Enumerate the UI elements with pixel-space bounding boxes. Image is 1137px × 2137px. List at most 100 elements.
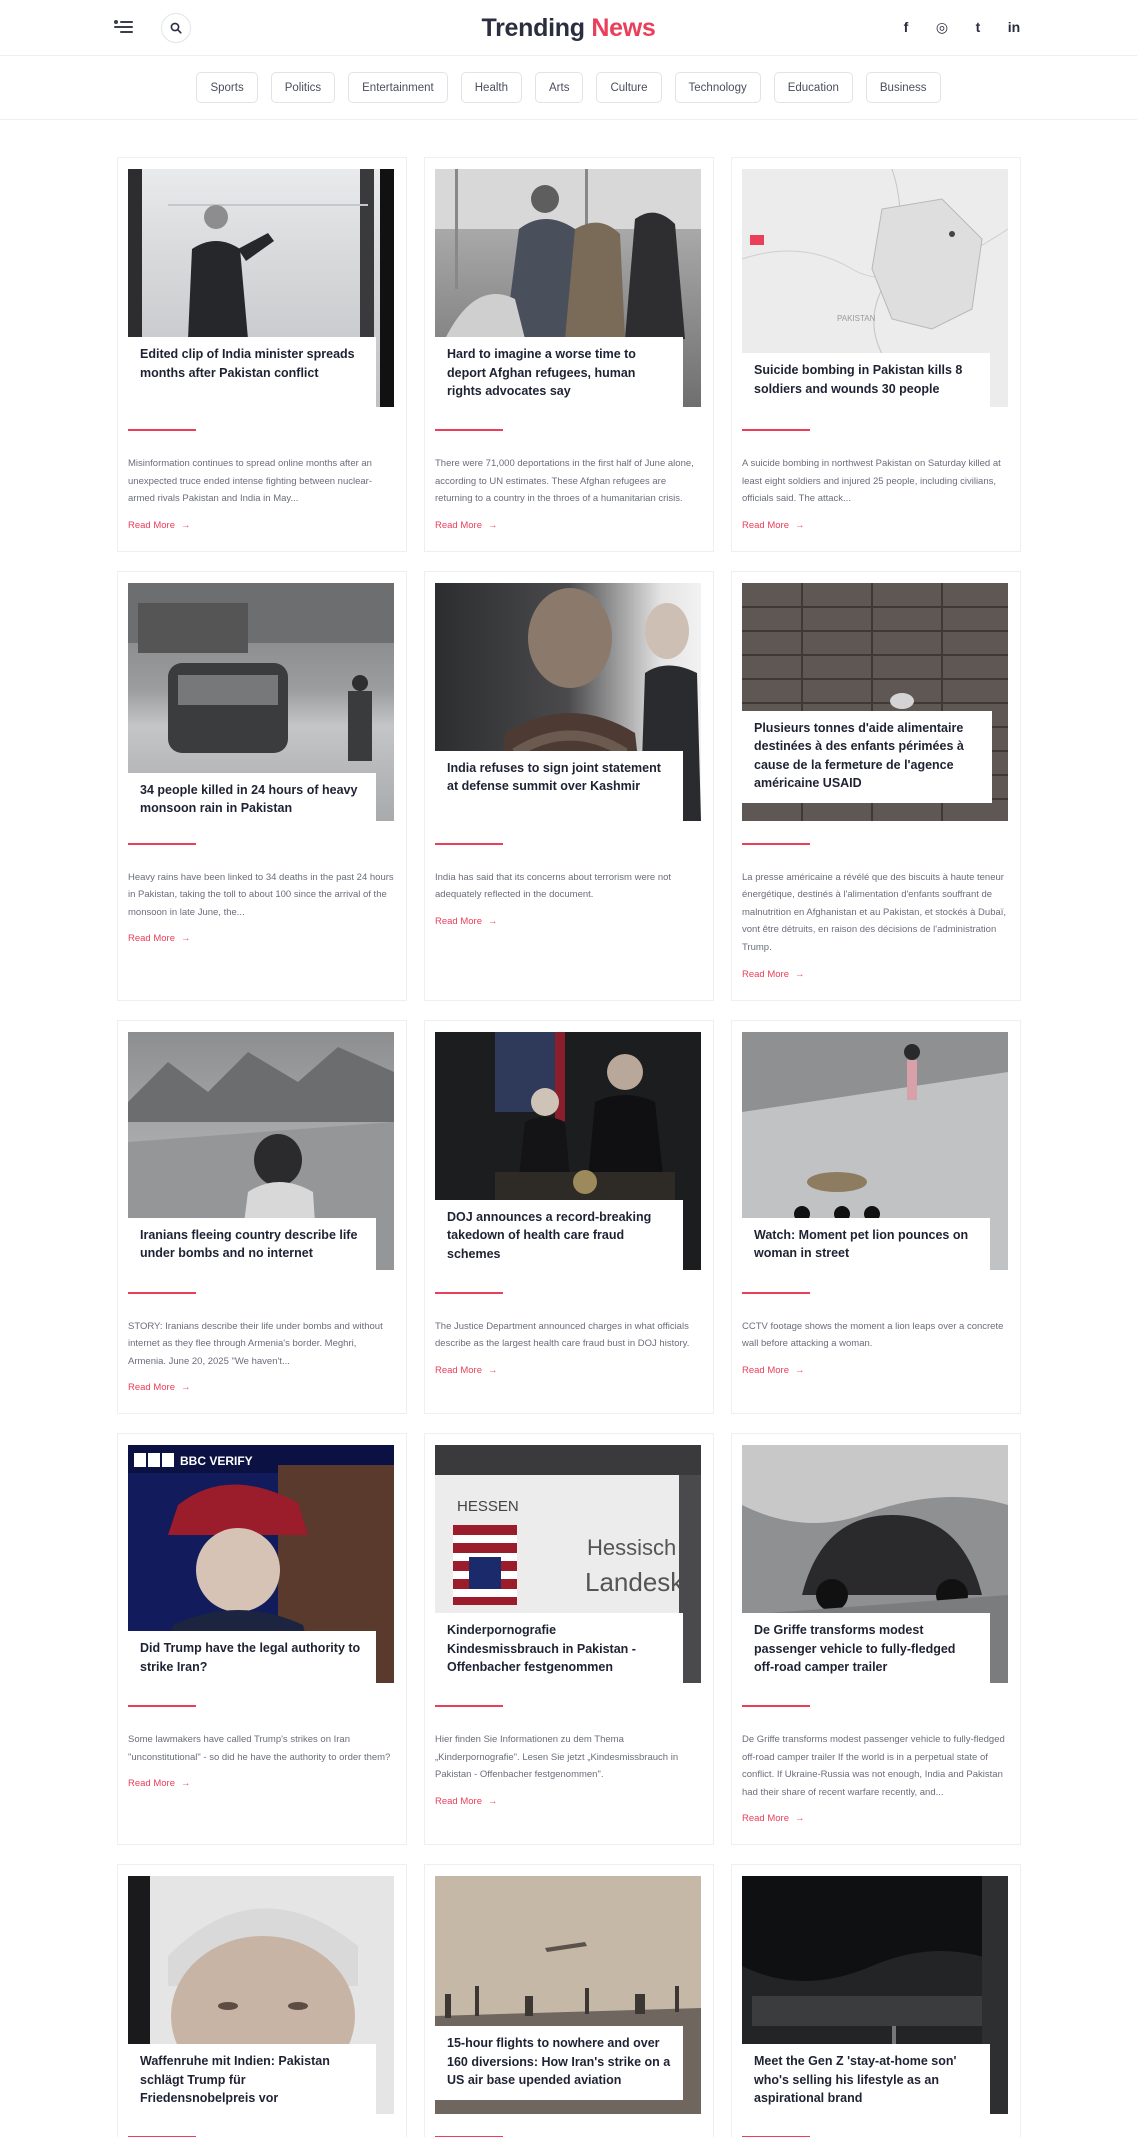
article-card[interactable]: Plusieurs tonnes d'aide alimentaire dest… [731, 570, 1021, 1001]
read-more-label: Read More [742, 519, 789, 531]
article-image-block: BBC VERIFY Did Trump have the legal auth… [128, 1445, 396, 1702]
category-nav: Sports Politics Entertainment Health Art… [0, 56, 1137, 120]
category-arts[interactable]: Arts [535, 72, 584, 103]
article-title[interactable]: DOJ announces a record-breaking takedown… [435, 1199, 683, 1273]
arrow-right-icon: → [488, 519, 498, 531]
article-card[interactable]: Meet the Gen Z 'stay-at-home son' who's … [731, 1864, 1021, 2137]
title-accent-line [128, 429, 196, 431]
article-image-block: Edited clip of India minister spreads mo… [128, 169, 396, 407]
category-sports[interactable]: Sports [196, 72, 258, 103]
title-accent-line [435, 842, 503, 845]
article-title[interactable]: Iranians fleeing country describe life u… [128, 1217, 376, 1288]
article-excerpt: Heavy rains have been linked to 34 death… [128, 871, 394, 918]
arrow-right-icon: → [181, 933, 191, 945]
read-more-label: Read More [435, 519, 482, 531]
article-title[interactable]: Hard to imagine a worse time to deport A… [435, 337, 683, 411]
category-business[interactable]: Business [865, 72, 941, 103]
article-excerpt: A suicide bombing in northwest Pakistan … [742, 458, 1001, 505]
article-card[interactable]: 34 people killed in 24 hours of heavy mo… [117, 570, 407, 1001]
article-title[interactable]: Plusieurs tonnes d'aide alimentaire dest… [742, 710, 992, 803]
title-accent-line [435, 1705, 503, 1708]
read-more-link[interactable]: Read More → [435, 1365, 498, 1376]
title-accent-line [128, 1705, 196, 1708]
article-card[interactable]: Iranians fleeing country describe life u… [117, 1019, 407, 1415]
read-more-label: Read More [742, 1364, 789, 1376]
article-title[interactable]: Edited clip of India minister spreads mo… [128, 337, 376, 407]
arrow-right-icon: → [181, 1382, 191, 1394]
article-excerpt: Misinformation continues to spread onlin… [128, 458, 373, 505]
article-title[interactable]: Suicide bombing in Pakistan kills 8 sold… [742, 353, 990, 423]
article-title[interactable]: 34 people killed in 24 hours of heavy mo… [128, 772, 376, 843]
article-card[interactable]: Edited clip of India minister spreads mo… [117, 157, 407, 552]
article-card[interactable]: DOJ announces a record-breaking takedown… [424, 1019, 714, 1415]
article-card[interactable]: De Griffe transforms modest passenger ve… [731, 1433, 1021, 1846]
article-title[interactable]: India refuses to sign joint statement at… [435, 750, 683, 821]
article-title[interactable]: Watch: Moment pet lion pounces on woman … [742, 1217, 990, 1288]
title-accent-line [435, 1291, 503, 1294]
twitter-icon[interactable]: t [967, 16, 989, 38]
title-accent-line [742, 842, 810, 845]
read-more-link[interactable]: Read More → [435, 520, 498, 531]
title-accent-line [742, 1291, 810, 1294]
read-more-link[interactable]: Read More → [742, 520, 805, 531]
article-card[interactable]: BBC VERIFY Did Trump have the legal auth… [117, 1433, 407, 1846]
title-accent-line [742, 1705, 810, 1708]
article-card[interactable]: India refuses to sign joint statement at… [424, 570, 714, 1001]
article-card[interactable]: 15-hour flights to nowhere and over 160 … [424, 1864, 714, 2137]
article-image-block: Waffenruhe mit Indien: Pakistan schlägt … [128, 1876, 396, 2118]
article-image-block: PAKISTAN Suicide bombing in Pakistan kil… [742, 169, 1010, 423]
category-entertainment[interactable]: Entertainment [348, 72, 448, 103]
read-more-link[interactable]: Read More → [742, 1813, 805, 1824]
category-technology[interactable]: Technology [674, 72, 761, 103]
article-title[interactable]: Did Trump have the legal authority to st… [128, 1631, 376, 1702]
article-image-block: Watch: Moment pet lion pounces on woman … [742, 1031, 1010, 1288]
sign-hessen-text: HESSEN [457, 1498, 519, 1515]
social-links: f ◎ t in [895, 16, 1025, 38]
read-more-link[interactable]: Read More → [128, 1382, 191, 1393]
arrow-right-icon: → [795, 1813, 805, 1825]
read-more-link[interactable]: Read More → [128, 520, 191, 531]
article-excerpt: India has said that its concerns about t… [435, 871, 672, 901]
read-more-link[interactable]: Read More → [128, 1778, 191, 1789]
title-accent-line [128, 1291, 196, 1294]
read-more-link[interactable]: Read More → [435, 916, 498, 927]
article-image-block: De Griffe transforms modest passenger ve… [742, 1445, 1010, 1687]
article-grid: Edited clip of India minister spreads mo… [117, 157, 1021, 2137]
article-card[interactable]: PAKISTAN Suicide bombing in Pakistan kil… [731, 157, 1021, 552]
category-culture[interactable]: Culture [596, 72, 662, 103]
article-excerpt: De Griffe transforms modest passenger ve… [742, 1734, 1005, 1798]
article-title[interactable]: 15-hour flights to nowhere and over 160 … [435, 2026, 683, 2100]
site-header: Trending News f ◎ t in [0, 0, 1137, 56]
article-excerpt: Hier finden Sie Informationen zu dem The… [435, 1734, 679, 1781]
article-image-block: India refuses to sign joint statement at… [435, 582, 703, 821]
article-image-block: 15-hour flights to nowhere and over 160 … [435, 1876, 703, 2115]
article-image-block: Hard to imagine a worse time to deport A… [435, 169, 703, 411]
linkedin-icon[interactable]: in [1003, 16, 1025, 38]
article-title[interactable]: Kinderpornografie Kindesmissbrauch in Pa… [435, 1613, 683, 1687]
read-more-label: Read More [128, 519, 175, 531]
article-title[interactable]: Waffenruhe mit Indien: Pakistan schlägt … [128, 2044, 376, 2118]
read-more-label: Read More [435, 915, 482, 927]
facebook-icon[interactable]: f [895, 16, 917, 38]
article-title[interactable]: De Griffe transforms modest passenger ve… [742, 1613, 990, 1687]
article-card[interactable]: Watch: Moment pet lion pounces on woman … [731, 1019, 1021, 1415]
read-more-link[interactable]: Read More → [742, 969, 805, 980]
article-card[interactable]: HESSEN Hessisch Landeskrim Kinderpornogr… [424, 1433, 714, 1846]
read-more-link[interactable]: Read More → [742, 1365, 805, 1376]
article-card[interactable]: Waffenruhe mit Indien: Pakistan schlägt … [117, 1864, 407, 2137]
category-politics[interactable]: Politics [270, 72, 336, 103]
article-card[interactable]: Hard to imagine a worse time to deport A… [424, 157, 714, 552]
read-more-label: Read More [435, 1795, 482, 1807]
category-health[interactable]: Health [460, 72, 522, 103]
article-title[interactable]: Meet the Gen Z 'stay-at-home son' who's … [742, 2044, 990, 2118]
category-education[interactable]: Education [773, 72, 853, 103]
read-more-label: Read More [435, 1364, 482, 1376]
read-more-label: Read More [742, 1813, 789, 1825]
article-excerpt: Some lawmakers have called Trump's strik… [128, 1734, 391, 1763]
read-more-link[interactable]: Read More → [435, 1796, 498, 1807]
article-excerpt: There were 71,000 deportations in the fi… [435, 458, 694, 505]
read-more-link[interactable]: Read More → [128, 933, 191, 944]
arrow-right-icon: → [488, 1364, 498, 1376]
article-excerpt: CCTV footage shows the moment a lion lea… [742, 1320, 1004, 1350]
instagram-icon[interactable]: ◎ [931, 16, 953, 38]
